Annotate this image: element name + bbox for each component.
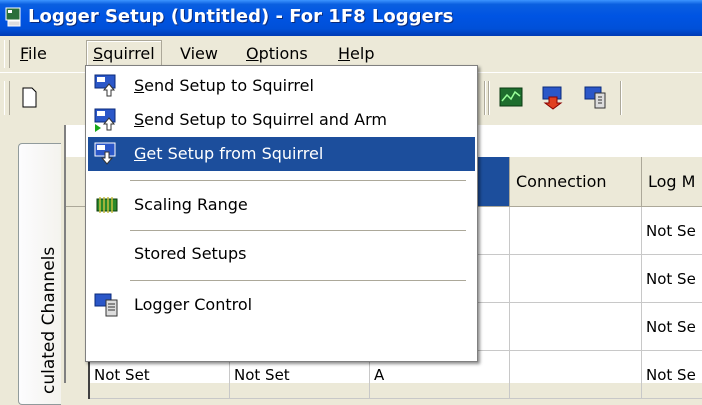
logger-control-icon bbox=[94, 293, 118, 317]
menu-options[interactable]: Options bbox=[240, 41, 314, 67]
toolbar-separator bbox=[484, 81, 486, 115]
menu-item-scaling-range[interactable]: Scaling Range bbox=[88, 188, 475, 222]
table-cell[interactable]: Not Se bbox=[642, 207, 702, 255]
table-cell[interactable] bbox=[510, 255, 642, 303]
app-icon bbox=[5, 7, 21, 27]
menu-separator bbox=[130, 180, 466, 182]
column-header-connection[interactable]: Connection bbox=[510, 157, 642, 207]
window-title: Logger Setup (Untitled) - For 1F8 Logger… bbox=[28, 6, 454, 27]
open-file-button[interactable] bbox=[44, 82, 58, 112]
menu-view[interactable]: View bbox=[174, 41, 224, 67]
logger-control-toolbar-button[interactable] bbox=[580, 82, 610, 112]
menu-separator bbox=[130, 280, 466, 282]
tab-calculated-channels-label: culated Channels bbox=[39, 246, 59, 394]
menu-squirrel[interactable]: Squirrel bbox=[86, 40, 162, 67]
send-arm-icon bbox=[94, 108, 116, 132]
menu-item-get-setup[interactable]: Get Setup from Squirrel bbox=[88, 137, 475, 171]
table-cell[interactable]: Not Se bbox=[642, 255, 702, 303]
side-tabs: culated Channels bbox=[0, 125, 63, 405]
toolbar-separator bbox=[620, 81, 622, 115]
get-setup-icon bbox=[94, 142, 116, 165]
menu-item-logger-control[interactable]: Logger Control bbox=[88, 288, 475, 322]
toolbar-grip[interactable] bbox=[4, 81, 10, 115]
download-button[interactable] bbox=[538, 82, 568, 112]
send-setup-icon bbox=[94, 74, 116, 97]
table-cell[interactable] bbox=[510, 303, 642, 351]
column-header-log-mode[interactable]: Log M bbox=[642, 157, 702, 207]
menu-item-send-setup[interactable]: Send Setup to Squirrel bbox=[88, 69, 475, 103]
download-icon bbox=[542, 86, 563, 110]
menu-item-send-setup-arm[interactable]: Send Setup to Squirrel and Arm bbox=[88, 103, 475, 137]
table-cell[interactable] bbox=[510, 351, 642, 399]
menu-separator bbox=[130, 230, 466, 232]
scaling-range-icon bbox=[96, 197, 118, 213]
menu-item-stored-setups[interactable]: Stored Setups bbox=[88, 237, 475, 271]
chart-icon bbox=[499, 87, 523, 107]
title-bar[interactable]: Logger Setup (Untitled) - For 1F8 Logger… bbox=[0, 0, 702, 36]
toolbar-button-more[interactable] bbox=[628, 82, 658, 112]
toolbar-separator bbox=[488, 81, 490, 115]
squirrel-menu: Send Setup to Squirrel Send Setup to Squ… bbox=[85, 65, 478, 362]
new-file-icon bbox=[22, 87, 37, 108]
menu-file[interactable]: File bbox=[14, 41, 53, 67]
menubar-grip[interactable] bbox=[4, 40, 10, 68]
table-cell[interactable]: Not Se bbox=[642, 351, 702, 399]
table-cell[interactable]: Not Se bbox=[642, 303, 702, 351]
logger-control-icon bbox=[584, 86, 606, 109]
tab-calculated-channels[interactable]: culated Channels bbox=[18, 143, 61, 405]
menu-help[interactable]: Help bbox=[332, 41, 380, 67]
new-file-button[interactable] bbox=[14, 82, 44, 112]
table-cell[interactable] bbox=[510, 207, 642, 255]
chart-button[interactable] bbox=[496, 82, 526, 112]
